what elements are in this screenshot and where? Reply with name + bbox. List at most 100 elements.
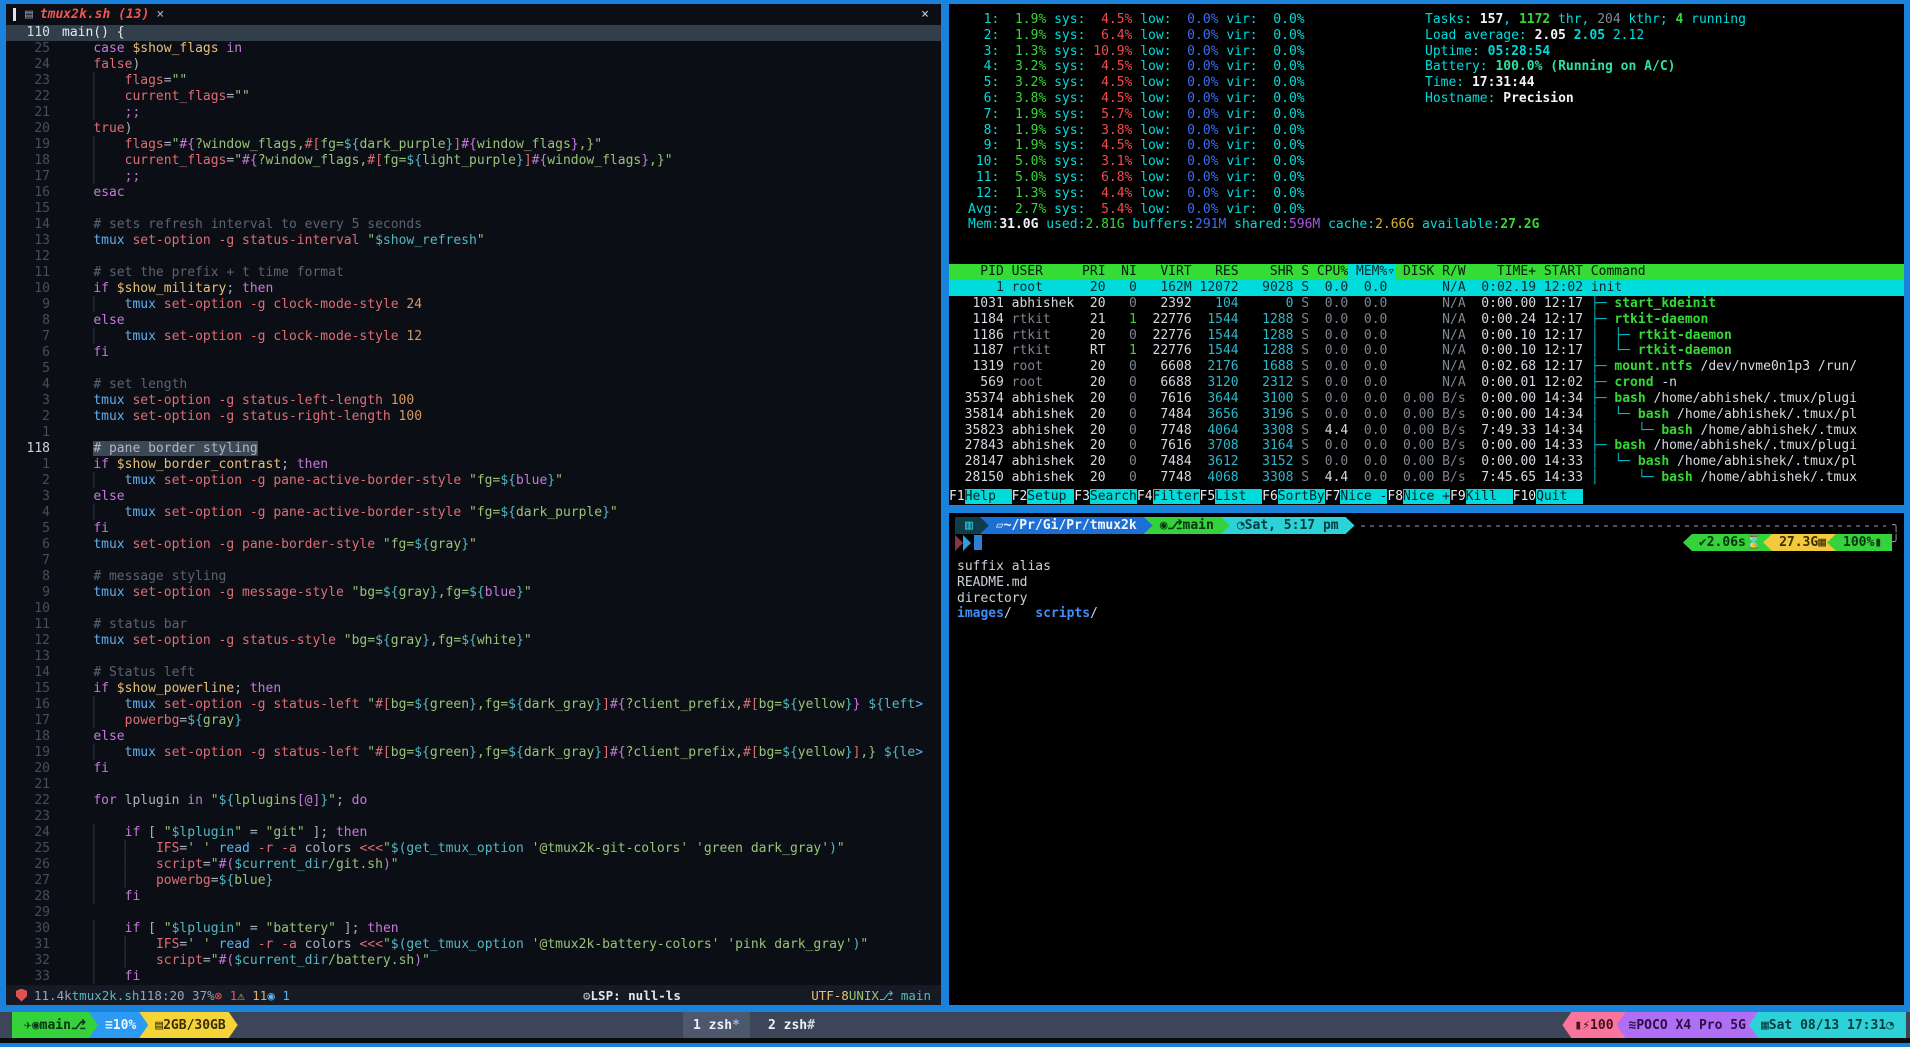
code-line[interactable]: 24 ▏ if [ "$lplugin" = "git" ]; then bbox=[6, 825, 941, 841]
code-line[interactable]: 15 bbox=[6, 201, 941, 217]
fkey-f9[interactable]: F9Kill bbox=[1450, 489, 1513, 504]
terminal-pane[interactable]: ▥▱ ~/Pr/Gi/Pr/tmux2k◉ ⎇ main◔ Sat, 5:17 … bbox=[949, 513, 1904, 1005]
panel-close-icon[interactable]: × bbox=[921, 7, 941, 22]
code-line[interactable]: 17 ▏ powerbg=${gray} bbox=[6, 713, 941, 729]
function-key-bar[interactable]: F1Help F2Setup F3SearchF4FilterF5List F6… bbox=[949, 488, 1904, 505]
pane-divider-horizontal[interactable] bbox=[949, 505, 1904, 513]
process-row[interactable]: 35814 abhishek 20 0 7484 3656 3196 S 0.0… bbox=[949, 407, 1904, 423]
code-line[interactable]: 3 tmux set-option -g status-left-length … bbox=[6, 393, 941, 409]
pane-divider-vertical[interactable] bbox=[941, 4, 949, 1005]
code-line[interactable]: 5 bbox=[6, 361, 941, 377]
code-line[interactable]: 10 if $show_military; then bbox=[6, 281, 941, 297]
process-row[interactable]: 27843 abhishek 20 0 7616 3708 3164 S 0.0… bbox=[949, 438, 1904, 454]
code-line[interactable]: 2 tmux set-option -g status-right-length… bbox=[6, 409, 941, 425]
code-line[interactable]: 8 else bbox=[6, 313, 941, 329]
code-line[interactable]: 20 true) bbox=[6, 121, 941, 137]
window-tab-1-zsh[interactable]: 1 zsh* bbox=[683, 1012, 750, 1038]
code-line[interactable]: 21 bbox=[6, 777, 941, 793]
fkey-f10[interactable]: F10Quit bbox=[1513, 489, 1583, 504]
process-row[interactable]: 1186 rtkit 20 0 22776 1544 1288 S 0.0 0.… bbox=[949, 328, 1904, 344]
code-line[interactable]: 2 ▏ tmux set-option -g pane-active-borde… bbox=[6, 473, 941, 489]
code-line[interactable]: 15 if $show_powerline; then bbox=[6, 681, 941, 697]
window-tab-2-zsh[interactable]: 2 zsh# bbox=[758, 1012, 825, 1038]
process-table-header[interactable]: PID USER PRI NI VIRT RES SHR S CPU% MEM%… bbox=[949, 264, 1904, 280]
directory-link[interactable]: images bbox=[957, 606, 1004, 621]
code-line[interactable]: 17 ▏ ;; bbox=[6, 169, 941, 185]
editor-pane[interactable]: ▤ tmux2k.sh (13) × × 110 main() { 25 cas… bbox=[6, 4, 941, 1005]
code-line[interactable]: 12 bbox=[6, 249, 941, 265]
code-line[interactable]: 25 ▏ ▏ IFS=' ' read -r -a colors <<<"$(g… bbox=[6, 841, 941, 857]
code-line[interactable]: 18 ▏ current_flags="#{?window_flags,#[fg… bbox=[6, 153, 941, 169]
code-line[interactable]: 30 ▏ if [ "$lplugin" = "battery" ]; then bbox=[6, 921, 941, 937]
fkey-f2[interactable]: F2Setup bbox=[1012, 489, 1075, 504]
fkey-f5[interactable]: F5List bbox=[1200, 489, 1263, 504]
code-line[interactable]: 1 bbox=[6, 425, 941, 441]
code-line[interactable]: 26 ▏ ▏ script="#($current_dir/git.sh)" bbox=[6, 857, 941, 873]
code-line[interactable]: 16 ▏ tmux set-option -g status-left "#[b… bbox=[6, 697, 941, 713]
code-line[interactable]: 22 for lplugin in "${lplugins[@]}"; do bbox=[6, 793, 941, 809]
fkey-f7[interactable]: F7Nice - bbox=[1325, 489, 1388, 504]
code-line[interactable]: 28 ▏ fi bbox=[6, 889, 941, 905]
code-line[interactable]: 16 esac bbox=[6, 185, 941, 201]
fkey-f8[interactable]: F8Nice + bbox=[1387, 489, 1450, 504]
code-line[interactable]: 21 ▏ ;; bbox=[6, 105, 941, 121]
directory-link[interactable]: scripts bbox=[1035, 606, 1090, 621]
code-line[interactable]: 14 # sets refresh interval to every 5 se… bbox=[6, 217, 941, 233]
process-row[interactable]: 35823 abhishek 20 0 7748 4064 3308 S 4.4… bbox=[949, 423, 1904, 439]
process-row[interactable]: 1 root 20 0 162M 12072 9028 S 0.0 0.0 N/… bbox=[949, 280, 1904, 296]
code-line[interactable]: 19 ▏ flags="#{?window_flags,#[fg=${dark_… bbox=[6, 137, 941, 153]
code-line[interactable]: 1 if $show_border_contrast; then bbox=[6, 457, 941, 473]
code-line[interactable]: 3 else bbox=[6, 489, 941, 505]
code-line[interactable]: 32 ▏ ▏ script="#($current_dir/battery.sh… bbox=[6, 953, 941, 969]
process-row[interactable]: 28147 abhishek 20 0 7484 3612 3152 S 0.0… bbox=[949, 454, 1904, 470]
process-row[interactable]: 569 root 20 0 6688 3120 2312 S 0.0 0.0 N… bbox=[949, 375, 1904, 391]
code-line[interactable]: 10 bbox=[6, 601, 941, 617]
code-line[interactable]: 33 ▏ fi bbox=[6, 969, 941, 985]
code-line[interactable]: 6 fi bbox=[6, 345, 941, 361]
code-line[interactable]: 24 false) bbox=[6, 57, 941, 73]
process-row[interactable]: 28150 abhishek 20 0 7748 4068 3308 S 4.4… bbox=[949, 470, 1904, 486]
process-row[interactable]: 1031 abhishek 20 0 2392 104 0 S 0.0 0.0 … bbox=[949, 296, 1904, 312]
code-line[interactable]: 118 # pane border styling bbox=[6, 441, 941, 457]
fkey-f6[interactable]: F6SortBy bbox=[1262, 489, 1325, 504]
process-row[interactable]: 1184 rtkit 21 1 22776 1544 1288 S 0.0 0.… bbox=[949, 312, 1904, 328]
code-line[interactable]: 27 ▏ ▏ powerbg=${blue} bbox=[6, 873, 941, 889]
code-line[interactable]: 6 tmux set-option -g pane-border-style "… bbox=[6, 537, 941, 553]
code-line[interactable]: 22 ▏ current_flags="" bbox=[6, 89, 941, 105]
code-line[interactable]: 18 else bbox=[6, 729, 941, 745]
code-line[interactable]: 13 bbox=[6, 649, 941, 665]
code-line[interactable]: 20 fi bbox=[6, 761, 941, 777]
code-line[interactable]: 11 # status bar bbox=[6, 617, 941, 633]
code-line[interactable]: 8 # message styling bbox=[6, 569, 941, 585]
code-line[interactable]: 23 ▏ flags="" bbox=[6, 73, 941, 89]
code-line[interactable]: 31 ▏ ▏ IFS=' ' read -r -a colors <<<"$(g… bbox=[6, 937, 941, 953]
system-monitor-pane[interactable]: 1: 1.9% sys: 4.5% low: 0.0% vir: 0.0% 2:… bbox=[949, 4, 1904, 505]
tab-close-icon[interactable]: × bbox=[156, 7, 164, 22]
prompt-line-input[interactable]: ✔ 2.06s ⌛27.3G ▦100% ▮ ╯ bbox=[955, 534, 1900, 551]
code-line[interactable]: 7 bbox=[6, 553, 941, 569]
editor-tab[interactable]: ▤ tmux2k.sh (13) × bbox=[23, 7, 174, 22]
fkey-f1[interactable]: F1Help bbox=[949, 489, 1012, 504]
process-row[interactable]: 35374 abhishek 20 0 7616 3644 3100 S 0.0… bbox=[949, 391, 1904, 407]
code-line[interactable]: 25 case $show_flags in bbox=[6, 41, 941, 57]
fkey-f3[interactable]: F3Search bbox=[1074, 489, 1137, 504]
code-line[interactable]: 5 fi bbox=[6, 521, 941, 537]
code-line[interactable]: 7 ▏ tmux set-option -g clock-mode-style … bbox=[6, 329, 941, 345]
fkey-f4[interactable]: F4Filter bbox=[1137, 489, 1200, 504]
process-table[interactable]: PID USER PRI NI VIRT RES SHR S CPU% MEM%… bbox=[949, 264, 1904, 486]
code-line[interactable]: 12 tmux set-option -g status-style "bg=$… bbox=[6, 633, 941, 649]
sort-column-header[interactable]: MEM%▿ bbox=[1348, 264, 1395, 279]
process-row[interactable]: 1187 rtkit RT 1 22776 1544 1288 S 0.0 0.… bbox=[949, 343, 1904, 359]
code-area[interactable]: 25 case $show_flags in24 false)23 ▏ flag… bbox=[6, 41, 941, 985]
code-line[interactable]: 29 bbox=[6, 905, 941, 921]
code-line[interactable]: 9 ▏ tmux set-option -g clock-mode-style … bbox=[6, 297, 941, 313]
code-line[interactable]: 9 tmux set-option -g message-style "bg=$… bbox=[6, 585, 941, 601]
code-line[interactable]: 23 bbox=[6, 809, 941, 825]
code-line[interactable]: 11 # set the prefix + t time format bbox=[6, 265, 941, 281]
process-row[interactable]: 1319 root 20 0 6608 2176 1688 S 0.0 0.0 … bbox=[949, 359, 1904, 375]
code-line[interactable]: 4 # set length bbox=[6, 377, 941, 393]
code-line[interactable]: 19 ▏ tmux set-option -g status-left "#[b… bbox=[6, 745, 941, 761]
code-line[interactable]: 13 tmux set-option -g status-interval "$… bbox=[6, 233, 941, 249]
code-line[interactable]: 14 # Status left bbox=[6, 665, 941, 681]
code-line[interactable]: 4 ▏ tmux set-option -g pane-active-borde… bbox=[6, 505, 941, 521]
